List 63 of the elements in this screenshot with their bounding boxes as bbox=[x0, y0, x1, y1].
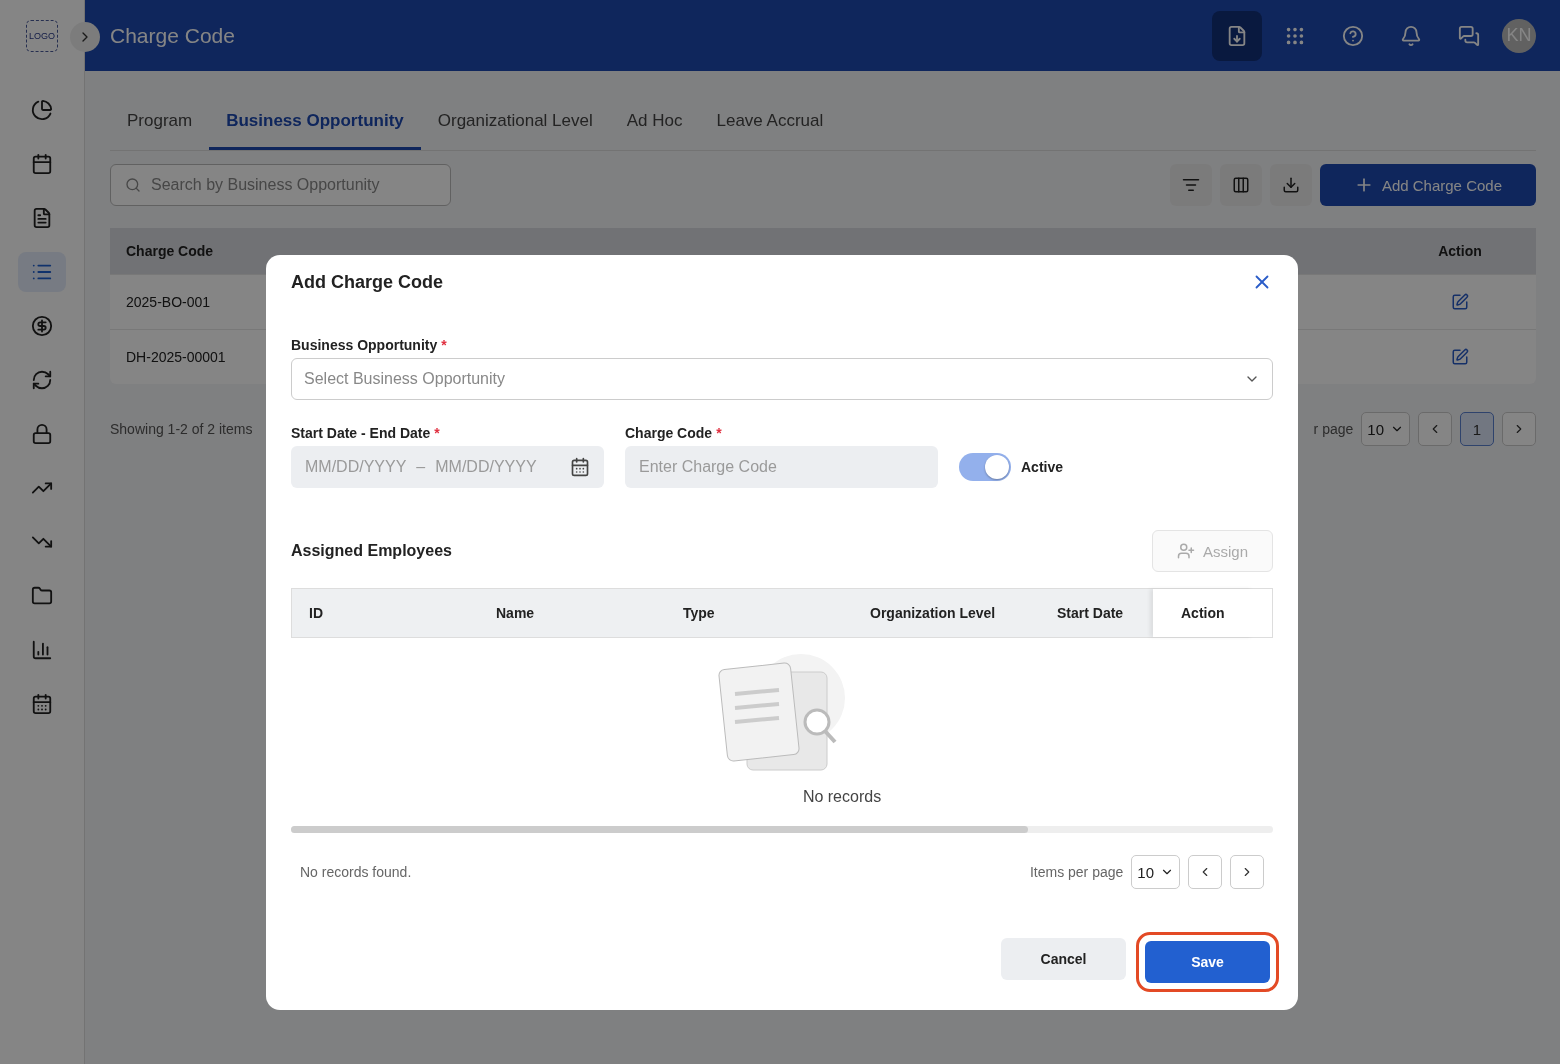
save-button[interactable]: Save bbox=[1145, 941, 1270, 983]
bell-icon bbox=[1400, 24, 1422, 47]
column-header: ID bbox=[292, 589, 479, 637]
edit-icon[interactable] bbox=[1451, 348, 1469, 366]
required-mark: * bbox=[434, 425, 440, 441]
pagination-summary: Showing 1-2 of 2 items bbox=[110, 421, 253, 437]
add-charge-code-button[interactable]: Add Charge Code bbox=[1319, 164, 1536, 206]
download-icon bbox=[1281, 176, 1300, 194]
charge-code-field[interactable]: Enter Charge Code bbox=[625, 446, 938, 488]
tab[interactable]: Program bbox=[110, 97, 210, 150]
active-toggle[interactable] bbox=[959, 453, 1011, 481]
folder-icon bbox=[31, 585, 53, 607]
items-per-page-select[interactable]: 10 bbox=[1131, 855, 1180, 889]
business-opportunity-select[interactable]: Select Business Opportunity bbox=[291, 358, 1273, 400]
page-button[interactable]: 1 bbox=[1460, 412, 1494, 446]
add-user-icon bbox=[1176, 542, 1195, 560]
tab[interactable]: Business Opportunity bbox=[209, 97, 421, 150]
required-mark: * bbox=[441, 337, 447, 353]
file-download-icon bbox=[1226, 24, 1248, 47]
tab[interactable]: Leave Accrual bbox=[699, 97, 841, 150]
filter-button[interactable] bbox=[1169, 164, 1212, 206]
required-mark: * bbox=[716, 425, 722, 441]
edit-icon[interactable] bbox=[1451, 293, 1469, 311]
help-icon bbox=[1342, 24, 1364, 47]
columns-button[interactable] bbox=[1219, 164, 1262, 206]
items-per-page-select[interactable]: 10 bbox=[1361, 412, 1410, 446]
pie-chart-icon bbox=[31, 99, 53, 121]
chat-icon bbox=[1458, 24, 1480, 47]
toggle-label: Active bbox=[1021, 459, 1064, 475]
calendar-list-icon bbox=[31, 693, 53, 715]
download-button[interactable] bbox=[1269, 164, 1312, 206]
field-label: Charge Code bbox=[625, 425, 713, 441]
tab[interactable]: Organizational Level bbox=[420, 97, 610, 150]
page-title: Charge Code bbox=[110, 23, 236, 48]
lock-icon bbox=[31, 423, 53, 445]
download-file-button[interactable] bbox=[1212, 10, 1262, 61]
column-header: Organization Level bbox=[853, 589, 1040, 637]
no-records-text: No records found. bbox=[300, 864, 412, 880]
filter-icon bbox=[1181, 176, 1200, 194]
search-icon bbox=[125, 177, 141, 193]
items-per-page-label: r page bbox=[1313, 421, 1354, 437]
dollar-icon bbox=[31, 315, 53, 337]
search-field[interactable]: Search by Business Opportunity bbox=[110, 164, 451, 206]
calendar-icon bbox=[31, 153, 53, 175]
calendar-icon bbox=[570, 457, 590, 477]
items-per-page-label: Items per page bbox=[1029, 864, 1124, 880]
column-header: Name bbox=[479, 589, 666, 637]
date-range-field[interactable]: MM/DD/YYYY – MM/DD/YYYY bbox=[291, 446, 604, 488]
sidebar-item[interactable] bbox=[18, 252, 66, 292]
cancel-button[interactable]: Cancel bbox=[1001, 938, 1126, 980]
column-header: Action bbox=[1384, 228, 1536, 274]
horizontal-scrollbar[interactable] bbox=[291, 826, 1273, 833]
column-header: Type bbox=[666, 589, 853, 637]
section-title: Assigned Employees bbox=[291, 542, 452, 560]
logo: LOGO bbox=[26, 20, 58, 52]
column-header: Start Date bbox=[1040, 589, 1153, 637]
field-label: Start Date - End Date bbox=[291, 425, 431, 441]
columns-icon bbox=[1231, 176, 1250, 194]
bar-chart-icon bbox=[31, 639, 53, 661]
document-icon bbox=[31, 207, 53, 229]
tab[interactable]: Ad Hoc bbox=[609, 97, 700, 150]
empty-message: No records bbox=[802, 788, 882, 806]
column-header: Action bbox=[1181, 605, 1225, 621]
